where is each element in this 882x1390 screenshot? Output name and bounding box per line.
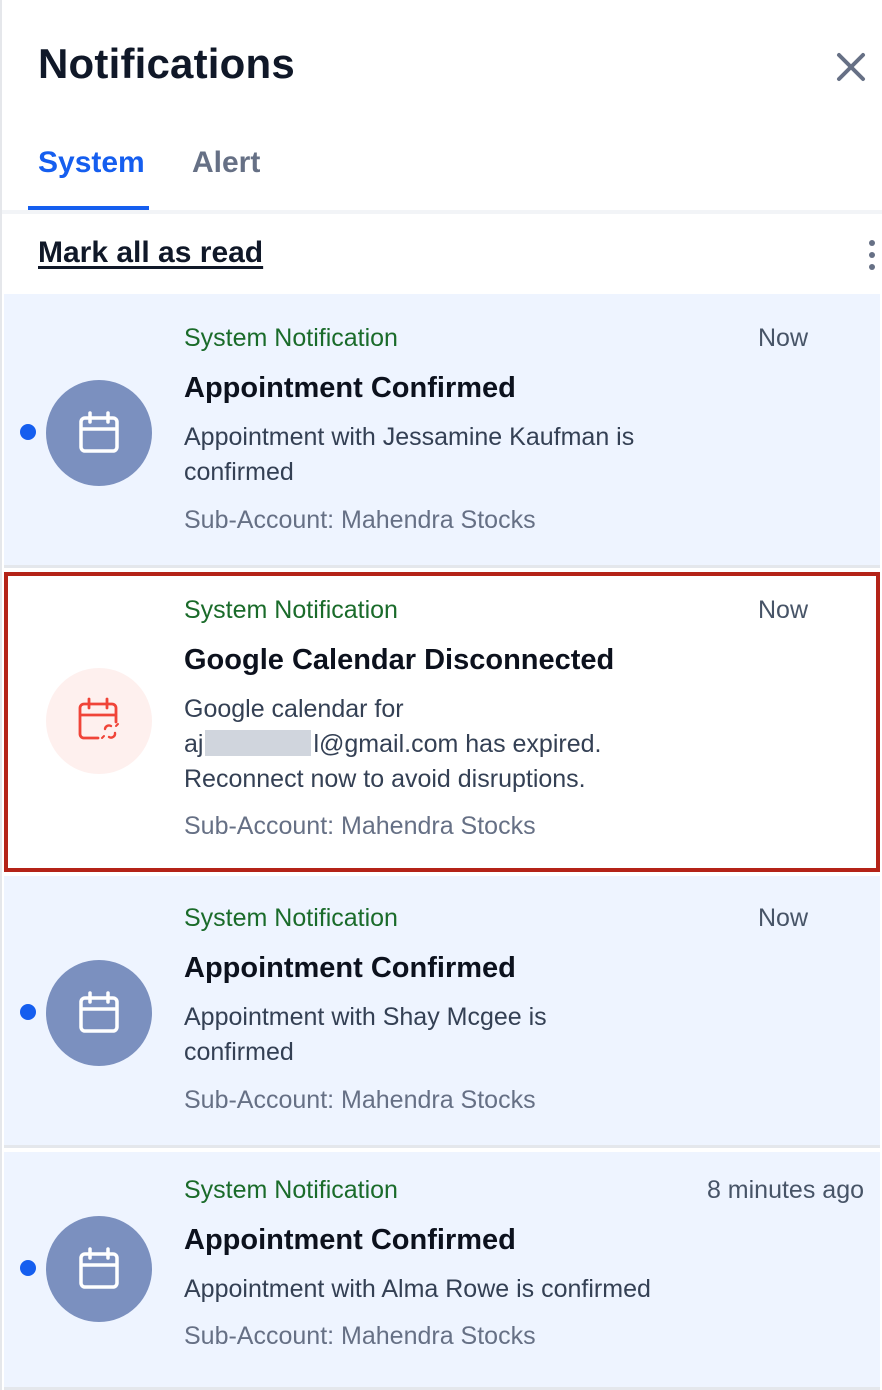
- kebab-dot: [869, 264, 875, 270]
- calendar-icon: [79, 991, 119, 1033]
- sub-account-label: Sub-Account: Mahendra Stocks: [184, 1086, 536, 1114]
- body-line-email: aj l@gmail.com has expired.: [184, 727, 704, 762]
- tab-system[interactable]: System: [38, 146, 145, 180]
- more-options-button[interactable]: [864, 238, 880, 272]
- redacted-text: [205, 730, 312, 756]
- close-button[interactable]: [828, 44, 874, 90]
- body-line: Appointment with Alma Rowe is confirmed: [184, 1275, 651, 1303]
- calendar-disconnected-icon: [78, 697, 119, 740]
- notification-body: Google calendar for aj l@gmail.com has ex…: [184, 692, 704, 797]
- unread-indicator: [20, 1260, 36, 1276]
- body-line: Reconnect now to avoid disruptions.: [184, 765, 586, 793]
- notification-item[interactable]: System Notification 8 minutes ago Appoin…: [4, 1152, 880, 1390]
- notifications-toolbar: Mark all as read: [2, 214, 882, 294]
- email-suffix: l@gmail.com has expired.: [313, 730, 602, 758]
- notification-type: System Notification: [184, 324, 398, 352]
- notification-avatar: [46, 380, 152, 486]
- notification-body: Appointment with Shay Mcgee is confirmed: [184, 1000, 704, 1070]
- page-title: Notifications: [38, 40, 295, 87]
- notifications-panel: Notifications System Alert Mark all as r…: [0, 0, 882, 1390]
- body-line: confirmed: [184, 458, 294, 486]
- notification-body: Appointment with Alma Rowe is confirmed: [184, 1272, 744, 1307]
- notification-type: System Notification: [184, 596, 398, 624]
- mark-all-read-link[interactable]: Mark all as read: [38, 236, 263, 270]
- notification-type: System Notification: [184, 904, 398, 932]
- calendar-icon: [79, 1247, 119, 1289]
- kebab-dot: [869, 252, 875, 258]
- notification-time: Now: [757, 904, 808, 932]
- notification-body: Appointment with Jessamine Kaufman is co…: [184, 420, 704, 490]
- body-line: Appointment with Jessamine Kaufman is: [184, 423, 635, 451]
- notification-time: Now: [757, 596, 808, 624]
- tab-bar: System Alert: [2, 130, 882, 214]
- notification-item-highlighted[interactable]: System Notification Now Google Calendar …: [4, 572, 880, 872]
- notification-avatar: [46, 1216, 152, 1322]
- sub-account-label: Sub-Account: Mahendra Stocks: [184, 812, 536, 840]
- body-line: Google calendar for: [184, 695, 404, 723]
- panel-header: Notifications: [2, 0, 882, 130]
- calendar-icon: [79, 411, 119, 453]
- notification-avatar: [46, 960, 152, 1066]
- close-icon: [837, 53, 865, 81]
- notification-title: Appointment Confirmed: [184, 952, 516, 984]
- body-line: confirmed: [184, 1038, 294, 1066]
- notification-item[interactable]: System Notification Now Appointment Conf…: [4, 876, 880, 1148]
- notification-time: Now: [757, 324, 808, 352]
- active-tab-indicator: [28, 206, 149, 210]
- notification-type: System Notification: [184, 1176, 398, 1204]
- kebab-menu-icon: [869, 240, 875, 246]
- notification-title: Google Calendar Disconnected: [184, 644, 615, 676]
- notification-title: Appointment Confirmed: [184, 1224, 516, 1256]
- notification-item[interactable]: System Notification Now Appointment Conf…: [4, 294, 880, 568]
- unread-indicator: [20, 1004, 36, 1020]
- notification-title: Appointment Confirmed: [184, 372, 516, 404]
- notification-avatar: [46, 668, 152, 774]
- email-prefix: aj: [184, 730, 204, 758]
- tab-alert[interactable]: Alert: [192, 146, 260, 180]
- sub-account-label: Sub-Account: Mahendra Stocks: [184, 506, 536, 534]
- sub-account-label: Sub-Account: Mahendra Stocks: [184, 1322, 536, 1350]
- body-line: Appointment with Shay Mcgee is: [184, 1003, 547, 1031]
- notification-time: 8 minutes ago: [706, 1176, 864, 1204]
- unread-indicator: [20, 424, 36, 440]
